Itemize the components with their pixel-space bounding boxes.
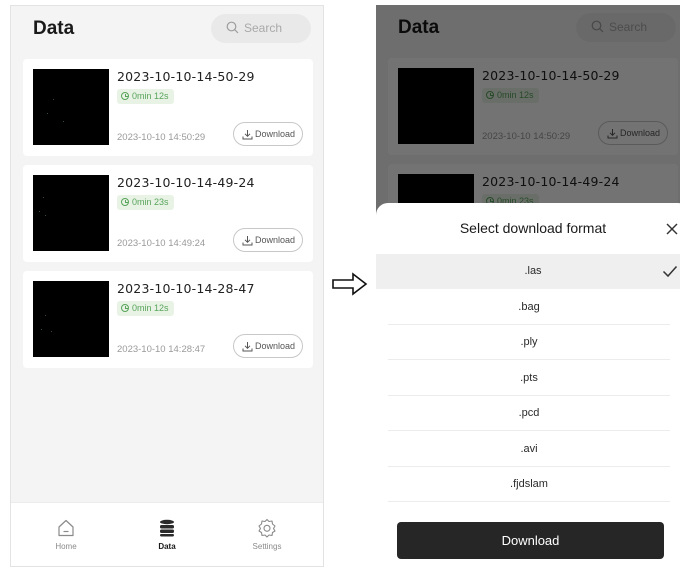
- format-option-las[interactable]: .las: [376, 254, 680, 289]
- check-icon: [662, 265, 678, 278]
- format-label: .bag: [518, 301, 540, 313]
- tab-data[interactable]: Data: [137, 518, 197, 551]
- confirm-download-button[interactable]: Download: [397, 522, 664, 559]
- format-label: .avi: [520, 443, 538, 455]
- tab-home-label: Home: [55, 542, 77, 551]
- recording-card[interactable]: 2023-10-10-14-49-24 0min 23s 2023-10-10 …: [23, 165, 313, 262]
- recording-card[interactable]: 2023-10-10-14-50-29 0min 12s 2023-10-10 …: [23, 59, 313, 156]
- recording-card[interactable]: 2023-10-10-14-28-47 0min 12s 2023-10-10 …: [23, 271, 313, 368]
- clock-icon: [121, 198, 129, 206]
- header: Data Search: [11, 6, 323, 52]
- recording-date: 2023-10-10 14:49:24: [117, 238, 206, 249]
- download-icon: [242, 130, 253, 140]
- search-placeholder: Search: [244, 21, 283, 35]
- format-option-avi[interactable]: .avi: [388, 432, 670, 467]
- download-label: Download: [255, 129, 296, 139]
- right-arrow-icon: [332, 272, 368, 296]
- format-option-pcd[interactable]: .pcd: [388, 396, 670, 431]
- format-option-fjdslam[interactable]: .fjdslam: [388, 467, 670, 502]
- download-format-sheet: Select download format .las .bag .ply .p…: [376, 203, 680, 567]
- download-label: Download: [255, 235, 296, 245]
- download-icon: [242, 342, 253, 352]
- download-button[interactable]: Download: [233, 334, 303, 358]
- format-label: .pcd: [518, 407, 540, 419]
- search-input[interactable]: Search: [211, 14, 311, 43]
- home-icon: [58, 519, 74, 537]
- duration-badge: 0min 12s: [117, 301, 174, 316]
- recording-name: 2023-10-10-14-28-47: [117, 281, 255, 296]
- tab-bar: Home Data Settings: [11, 502, 323, 566]
- close-icon[interactable]: [664, 221, 680, 237]
- format-option-pts[interactable]: .pts: [388, 361, 670, 396]
- recording-thumbnail: [33, 175, 109, 251]
- duration-text: 0min 12s: [132, 91, 169, 101]
- recording-name: 2023-10-10-14-50-29: [117, 69, 255, 84]
- duration-text: 0min 12s: [132, 303, 169, 313]
- sheet-title: Select download format: [459, 220, 607, 236]
- format-option-bag[interactable]: .bag: [388, 290, 670, 325]
- tab-home[interactable]: Home: [36, 518, 96, 551]
- duration-badge: 0min 23s: [117, 195, 174, 210]
- recording-date: 2023-10-10 14:50:29: [117, 132, 206, 143]
- download-label: Download: [255, 341, 296, 351]
- page-title: Data: [33, 18, 75, 39]
- tab-data-label: Data: [158, 542, 176, 551]
- recording-date: 2023-10-10 14:28:47: [117, 344, 206, 355]
- format-label: .fjdslam: [510, 478, 548, 490]
- format-label: .las: [524, 265, 542, 277]
- format-label: .pts: [520, 372, 538, 384]
- download-icon: [242, 236, 253, 246]
- tab-settings-label: Settings: [252, 542, 282, 551]
- clock-icon: [121, 304, 129, 312]
- download-button[interactable]: Download: [233, 228, 303, 252]
- tab-settings[interactable]: Settings: [237, 518, 297, 551]
- duration-text: 0min 23s: [132, 197, 169, 207]
- recording-thumbnail: [33, 69, 109, 145]
- recording-thumbnail: [33, 281, 109, 357]
- search-icon: [226, 21, 239, 34]
- data-screen: Data Search 2023-10-10-14-50-29 0min 12s…: [10, 5, 324, 567]
- duration-badge: 0min 12s: [117, 89, 174, 104]
- download-button[interactable]: Download: [233, 122, 303, 146]
- gear-icon: [258, 518, 276, 538]
- recording-name: 2023-10-10-14-49-24: [117, 175, 255, 190]
- data-screen-with-download-sheet: Data Search 2023-10-10-14-50-29 0min 12s…: [376, 5, 680, 567]
- database-icon: [160, 519, 174, 537]
- clock-icon: [121, 92, 129, 100]
- format-option-ply[interactable]: .ply: [388, 325, 670, 360]
- format-label: .ply: [520, 336, 538, 348]
